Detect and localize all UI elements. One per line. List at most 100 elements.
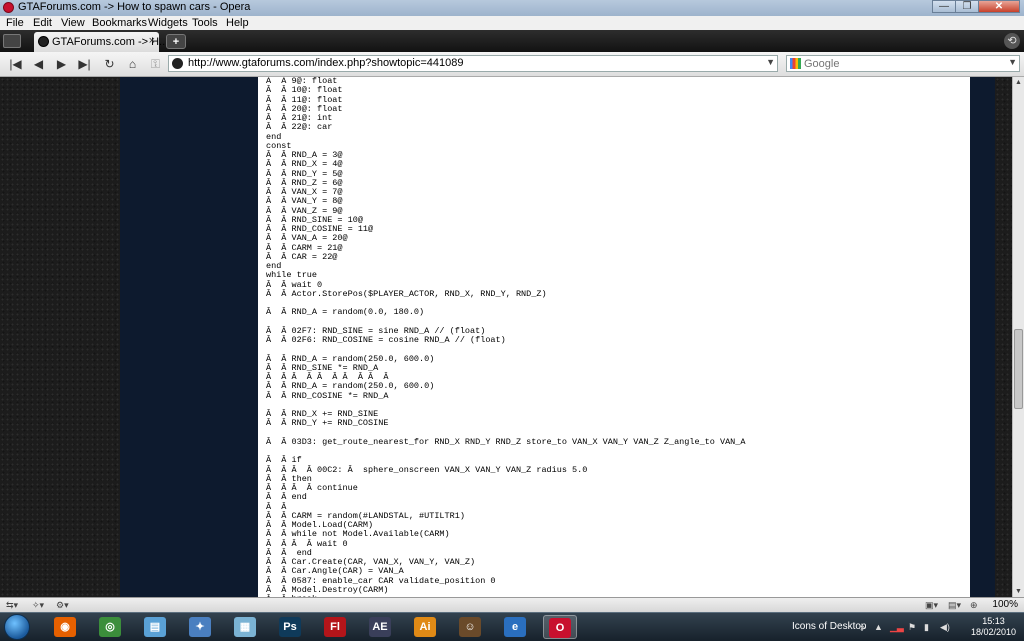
code-line: Â Â Â Â continue <box>266 483 358 493</box>
menu-file[interactable]: File <box>6 17 24 29</box>
network-icon[interactable]: ✧▾ <box>32 600 44 611</box>
site-icon <box>172 58 183 69</box>
window-title: GTAForums.com -> How to spawn cars - Ope… <box>18 1 251 13</box>
chevron-down-icon[interactable]: ▼ <box>1008 57 1017 67</box>
view-icon[interactable]: ▣▾ <box>925 600 938 611</box>
windows-taskbar: ◉ ◎ ▤ ✦ ▦ Ps Fl AE Ai ☺ e O Icons of Desktop » ▲ ▁▃… <box>0 612 1024 641</box>
code-line: Â Â 02F6: RND_COSINE = cosine RND_A // (… <box>266 335 506 345</box>
taskbar-gamepad-icon[interactable]: ✦ <box>183 615 217 639</box>
system-clock[interactable]: 15:13 18/02/2010 <box>971 616 1016 638</box>
home-button[interactable]: ⌂ <box>123 55 142 73</box>
closed-tabs-trash-icon[interactable]: ⟲ <box>1004 33 1020 49</box>
code-listing: Â Â 9@: float Â Â 10@: float Â Â 11@: floa… <box>266 77 745 597</box>
expand-tray-icon[interactable]: » <box>860 622 865 632</box>
taskbar-illustrator-icon[interactable]: Ai <box>408 615 442 639</box>
taskbar-ie-icon[interactable]: e <box>498 615 532 639</box>
menu-bar: File Edit View Bookmarks Widgets Tools H… <box>0 16 1024 31</box>
menu-bookmarks[interactable]: Bookmarks <box>92 17 147 29</box>
scroll-down-icon[interactable]: ▼ <box>1013 586 1024 597</box>
tab-close-icon[interactable]: × <box>149 35 155 47</box>
vertical-scrollbar[interactable]: ▲ ▼ <box>1012 77 1024 597</box>
search-input[interactable] <box>804 56 994 71</box>
code-line: Â Â CARM = 21@ <box>266 242 343 253</box>
volume-icon[interactable]: ◀) <box>940 622 950 633</box>
show-hidden-icon[interactable]: ▲ <box>874 622 883 632</box>
code-line: end <box>266 131 282 142</box>
menu-widgets[interactable]: Widgets <box>148 17 188 29</box>
code-box: Â Â 9@: float Â Â 10@: float Â Â 11@: floa… <box>258 77 970 597</box>
maximize-button[interactable]: ❐ <box>955 0 979 13</box>
taskbar-firefox-icon[interactable]: ◉ <box>48 615 82 639</box>
code-line: Â Â 22@: car <box>266 122 333 133</box>
taskbar-explorer-icon[interactable]: ▦ <box>228 615 262 639</box>
code-line: Â Â Â Â 00C2: Â sphere_onscreen VAN_X VA… <box>266 464 588 475</box>
page-icon[interactable]: ▤▾ <box>948 600 961 611</box>
illustrator-icon: Ai <box>414 617 436 637</box>
google-icon[interactable] <box>790 58 801 69</box>
clock-time: 15:13 <box>982 616 1005 626</box>
taskbar-aftereffects-icon[interactable]: AE <box>363 615 397 639</box>
flag-icon[interactable]: ⚑ <box>908 622 916 633</box>
gamepad-icon: ✦ <box>189 617 211 637</box>
code-line: Â Â 03D3: get_route_nearest_for RND_X RN… <box>266 436 746 447</box>
code-line: Â Â RND_COSINE *= RND_A <box>266 390 389 401</box>
back-button[interactable]: ◀ <box>29 55 48 73</box>
settings-icon[interactable]: ⚙▾ <box>56 600 69 611</box>
menu-view[interactable]: View <box>61 17 85 29</box>
firefox-icon: ◉ <box>54 617 76 637</box>
window-titlebar: GTAForums.com -> How to spawn cars - Ope… <box>0 0 1024 17</box>
scrollbar-thumb[interactable] <box>1014 329 1023 409</box>
taskbar-photoshop-icon[interactable]: Ps <box>273 615 307 639</box>
search-box[interactable]: ▼ <box>786 55 1020 72</box>
navigation-toolbar: |◀ ◀ ▶ ▶| ↻ ⌂ ⚿ http://www.gtaforums.com… <box>0 52 1024 77</box>
new-tab-button[interactable]: + <box>166 34 186 49</box>
panels-toggle-button[interactable] <box>3 34 21 48</box>
page-viewport: Â Â 9@: float Â Â 10@: float Â Â 11@: floa… <box>0 77 1012 597</box>
taskbar-chrome-icon[interactable]: ◎ <box>93 615 127 639</box>
taskbar-notepad-icon[interactable]: ▤ <box>138 615 172 639</box>
zoom-level[interactable]: 100% <box>992 599 1018 610</box>
close-button[interactable]: ✕ <box>978 0 1020 13</box>
menu-help[interactable]: Help <box>226 17 249 29</box>
code-line: Â Â Â Â wait 0 <box>266 538 348 549</box>
menu-tools[interactable]: Tools <box>192 17 218 29</box>
security-icon: ⚿ <box>150 57 161 71</box>
code-line: Â Â 21@: int <box>266 113 333 123</box>
battery-icon[interactable]: ▮ <box>924 622 929 633</box>
zoom-icon[interactable]: ⊕ <box>970 600 978 611</box>
aftereffects-icon: AE <box>369 617 391 637</box>
flash-icon: Fl <box>324 617 346 637</box>
code-line: end <box>266 261 282 271</box>
start-button[interactable] <box>4 614 30 640</box>
tab-gtaforums[interactable]: GTAForums.com -> H... × <box>34 32 168 52</box>
code-line: Â Â RND_Y += RND_COSINE <box>266 418 389 429</box>
fast-forward-button[interactable]: ▶| <box>75 55 94 73</box>
taskbar-game-icon[interactable]: ☺ <box>453 615 487 639</box>
forward-button[interactable]: ▶ <box>52 55 71 73</box>
clock-date: 18/02/2010 <box>970 627 1016 637</box>
menu-edit[interactable]: Edit <box>33 17 52 29</box>
taskbar-opera-icon[interactable]: O <box>543 615 577 639</box>
reload-button[interactable]: ↻ <box>100 55 119 73</box>
signal-icon[interactable]: ▁▃ <box>890 622 904 633</box>
speed-dial-icon[interactable]: ⇆▾ <box>6 600 18 611</box>
url-text[interactable]: http://www.gtaforums.com/index.php?showt… <box>188 57 463 69</box>
code-line: Â Â end <box>266 492 307 503</box>
opera-icon: O <box>549 618 571 638</box>
rewind-button[interactable]: |◀ <box>6 55 25 73</box>
taskbar-flash-icon[interactable]: Fl <box>318 615 352 639</box>
photoshop-icon: Ps <box>279 617 301 637</box>
window-controls: — ❐ ✕ <box>932 0 1020 14</box>
code-line: Â Â RND_A = random(0.0, 180.0) <box>266 307 425 318</box>
chevron-down-icon[interactable]: ▼ <box>766 57 775 67</box>
scroll-up-icon[interactable]: ▲ <box>1013 77 1024 88</box>
code-line: Â Â 20@: float <box>266 103 343 114</box>
address-bar[interactable]: http://www.gtaforums.com/index.php?showt… <box>168 55 778 72</box>
tray-toolbar-label[interactable]: Icons of Desktop <box>792 621 866 632</box>
tab-bar: GTAForums.com -> H... × + ⟲ <box>0 30 1024 52</box>
minimize-button[interactable]: — <box>932 0 956 13</box>
status-bar: ⇆▾ ✧▾ ⚙▾ ▣▾ ▤▾ ⊕ 100% <box>0 597 1024 613</box>
game-icon: ☺ <box>459 617 481 637</box>
code-line: Â Â Actor.StorePos($PLAYER_ACTOR, RND_X,… <box>266 288 547 299</box>
